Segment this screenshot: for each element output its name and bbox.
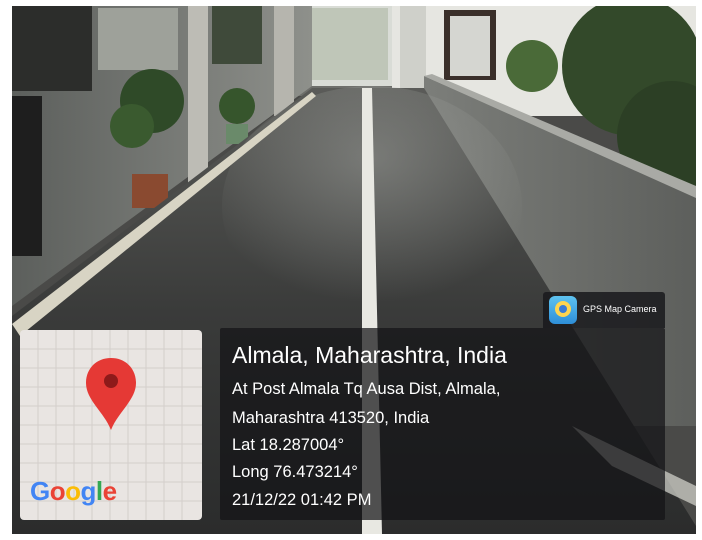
google-logo: Google [30, 476, 117, 506]
place-title: Almala, Maharashtra, India [232, 342, 507, 368]
longitude: Long 76.473214° [232, 463, 358, 481]
app-badge: GPS Map Camera [543, 292, 665, 328]
location-info-panel: Almala, Maharashtra, India At Post Almal… [220, 328, 665, 520]
app-name: GPS Map Camera [583, 304, 657, 314]
address-line-1: At Post Almala Tq Ausa Dist, Almala, [232, 380, 501, 398]
map-thumbnail: Google [20, 330, 202, 520]
datetime: 21/12/22 01:42 PM [232, 491, 372, 509]
gps-map-camera-icon [549, 296, 577, 324]
address-line-2: Maharashtra 413520, India [232, 409, 430, 427]
latitude: Lat 18.287004° [232, 436, 345, 454]
